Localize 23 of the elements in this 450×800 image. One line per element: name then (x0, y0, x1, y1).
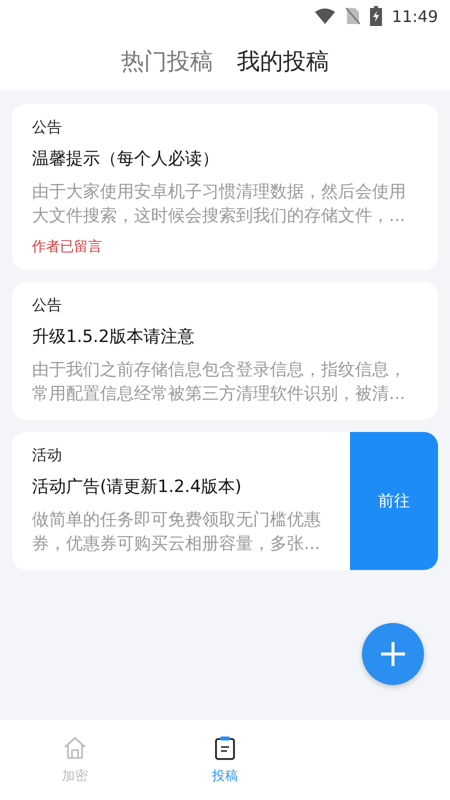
post-card[interactable]: 公告 温馨提示（每个人必读） 由于大家使用安卓机子习惯清理数据，然后会使用大文件搜索，这时候会搜索到我们的存储文件，... 作者已留言 (12, 104, 438, 270)
post-card[interactable]: 公告 升级1.5.2版本请注意 由于我们之前存储信息包含登录信息，指纹信息，常用配置信息经常被第三方清理软件识别，被清... (12, 282, 438, 420)
post-category: 公告 (32, 118, 63, 137)
post-title: 温馨提示（每个人必读） (32, 148, 220, 170)
no-sim-icon (346, 7, 360, 25)
header-tab[interactable]: 我的投稿 (237, 46, 329, 76)
post-excerpt: 由于大家使用安卓机子习惯清理数据，然后会使用大文件搜索，这时候会搜索到我们的存储文件，... (32, 181, 407, 228)
home-icon (62, 735, 88, 761)
post-title: 活动广告(请更新1.2.4版本) (32, 476, 243, 498)
post-category: 公告 (32, 296, 63, 315)
status-time: 11:49 (392, 6, 438, 26)
battery-charging-icon (370, 6, 382, 26)
header-tab[interactable]: 热门投稿 (121, 46, 213, 76)
clipboard-icon (213, 735, 237, 761)
plus-icon (380, 641, 406, 667)
post-title: 升级1.5.2版本请注意 (32, 326, 196, 348)
author-note: 作者已留言 (32, 238, 103, 256)
post-category: 活动 (32, 446, 63, 465)
post-excerpt: 由于我们之前存储信息包含登录信息，指纹信息，常用配置信息经常被第三方清理软件识别，被清... (32, 359, 407, 406)
post-excerpt: 做简单的任务即可免费领取无门槛优惠券，优惠券可购买云相册容量，多张... (32, 509, 322, 556)
wifi-icon (314, 8, 336, 24)
add-button[interactable] (362, 623, 424, 685)
post-card[interactable]: 活动 活动广告(请更新1.2.4版本) 做简单的任务即可免费领取无门槛优惠券，优惠券可购买云相册容量，多张... 前往 (12, 432, 438, 570)
